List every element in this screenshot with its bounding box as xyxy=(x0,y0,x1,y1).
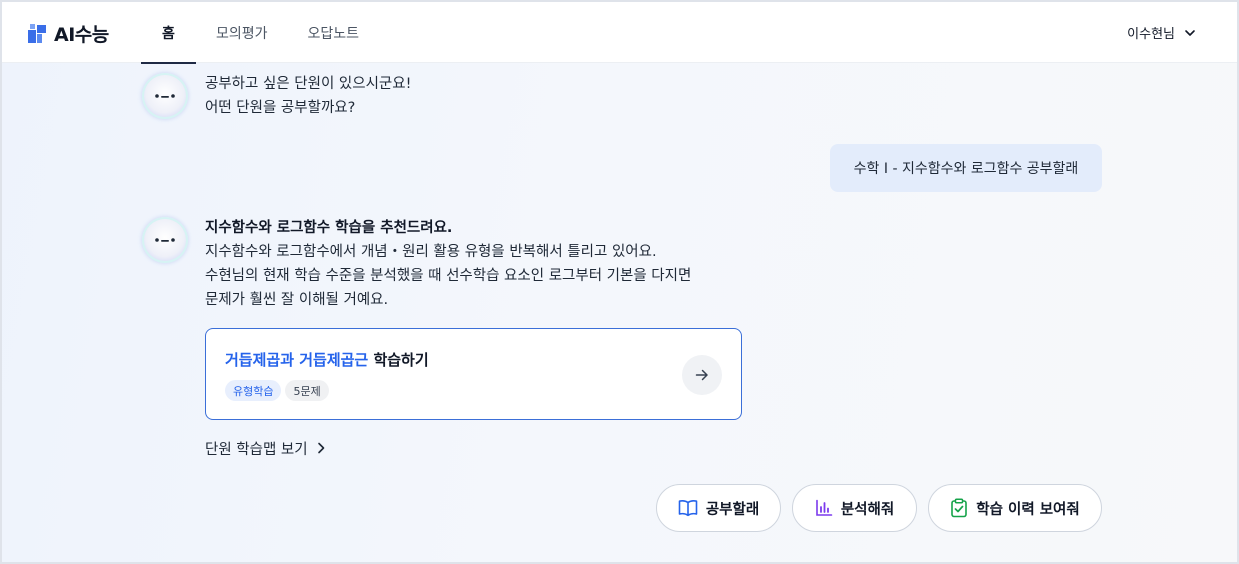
bot-message-line: 수현님의 현재 학습 수준을 분석했을 때 선수학습 요소인 로그부터 기본을 … xyxy=(205,268,692,284)
bot-message-1: 공부하고 싶은 단원이 있으시군요! 어떤 단원을 공부할까요? xyxy=(205,72,411,120)
bot-message-line: 문제가 훨씬 잘 이해될 거예요. xyxy=(205,292,389,308)
tab-home[interactable]: 홈 xyxy=(141,2,196,64)
study-button[interactable]: 공부할래 xyxy=(656,484,781,532)
bot-message-2: 지수함수와 로그함수 학습을 추천드려요. 지수함수와 로그함수에서 개념・원리… xyxy=(205,216,691,312)
analyze-button[interactable]: 분석해줘 xyxy=(792,484,917,532)
start-learning-button[interactable] xyxy=(682,355,722,395)
clipboard-check-icon xyxy=(951,498,968,518)
count-chip: 5문제 xyxy=(285,380,329,401)
bar-chart-icon xyxy=(816,499,833,516)
study-button-label: 공부할래 xyxy=(705,501,760,518)
logo-icon xyxy=(28,24,46,43)
tab-mock-exam[interactable]: 모의평가 xyxy=(196,2,288,63)
bot-avatar xyxy=(142,217,188,263)
recommend-card-chips: 유형학습 5문제 xyxy=(225,380,329,401)
arrow-right-icon xyxy=(695,369,708,381)
bot-message-title: 지수함수와 로그함수 학습을 추천드려요. xyxy=(205,220,453,236)
main-nav: 홈 모의평가 오답노트 xyxy=(141,2,380,64)
user-name: 이수현님 xyxy=(1127,27,1175,42)
user-menu[interactable]: 이수현님 xyxy=(1127,2,1197,63)
app-logo[interactable]: AI수능 xyxy=(26,21,109,46)
analyze-button-label: 분석해줘 xyxy=(840,501,895,518)
user-message-bubble: 수학 I - 지수함수와 로그함수 공부할래 xyxy=(830,144,1102,192)
app-frame: AI수능 홈 모의평가 오답노트 이수현님 공부하고 싶은 단원이 있으시군요!… xyxy=(0,0,1239,564)
bot-face-icon xyxy=(155,94,175,98)
history-button[interactable]: 학습 이력 보여줘 xyxy=(928,484,1102,532)
recommend-card-action: 학습하기 xyxy=(368,351,429,369)
recommend-card-title: 거듭제곱과 거듭제곱근 학습하기 xyxy=(225,349,429,370)
history-button-label: 학습 이력 보여줘 xyxy=(976,501,1080,518)
unit-map-link-label: 단원 학습맵 보기 xyxy=(205,441,308,458)
bot-message-line: 공부하고 싶은 단원이 있으시군요! xyxy=(205,76,412,92)
unit-map-link[interactable]: 단원 학습맵 보기 xyxy=(205,436,328,460)
bot-message-line: 어떤 단원을 공부할까요? xyxy=(205,100,356,116)
recommend-card[interactable]: 거듭제곱과 거듭제곱근 학습하기 유형학습 5문제 xyxy=(205,328,742,420)
book-icon xyxy=(678,500,698,517)
bot-message-line: 지수함수와 로그함수에서 개념・원리 활용 유형을 반복해서 틀리고 있어요. xyxy=(205,244,657,260)
recommend-card-topic: 거듭제곱과 거듭제곱근 xyxy=(225,351,369,369)
top-header: AI수능 홈 모의평가 오답노트 이수현님 xyxy=(2,2,1237,64)
logo-text: AI수능 xyxy=(54,23,109,46)
type-chip: 유형학습 xyxy=(225,380,282,401)
bot-avatar xyxy=(142,73,188,119)
bot-face-icon xyxy=(155,238,175,242)
chevron-right-icon xyxy=(317,442,324,454)
chevron-down-icon xyxy=(1185,29,1195,36)
tab-wrong-answer-note[interactable]: 오답노트 xyxy=(288,2,380,63)
